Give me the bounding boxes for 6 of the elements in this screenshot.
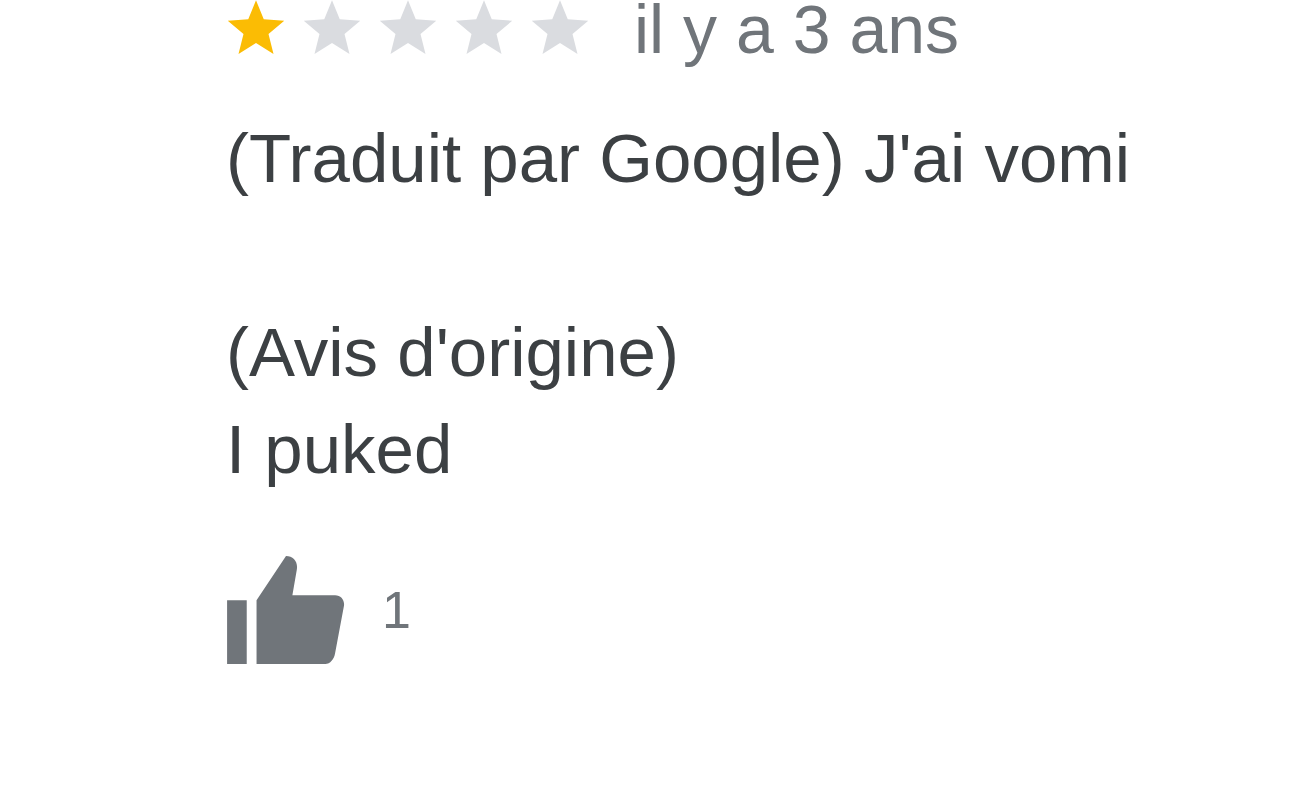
like-count: 1 <box>382 580 411 640</box>
review-translation: (Traduit par Google) J'ai vomi <box>226 119 1132 199</box>
original-heading: (Avis d'origine) <box>226 313 680 393</box>
original-review-text: I puked <box>226 410 454 490</box>
review-date: il y a 3 ans <box>634 0 960 69</box>
thumbs-up-icon[interactable] <box>226 556 346 664</box>
